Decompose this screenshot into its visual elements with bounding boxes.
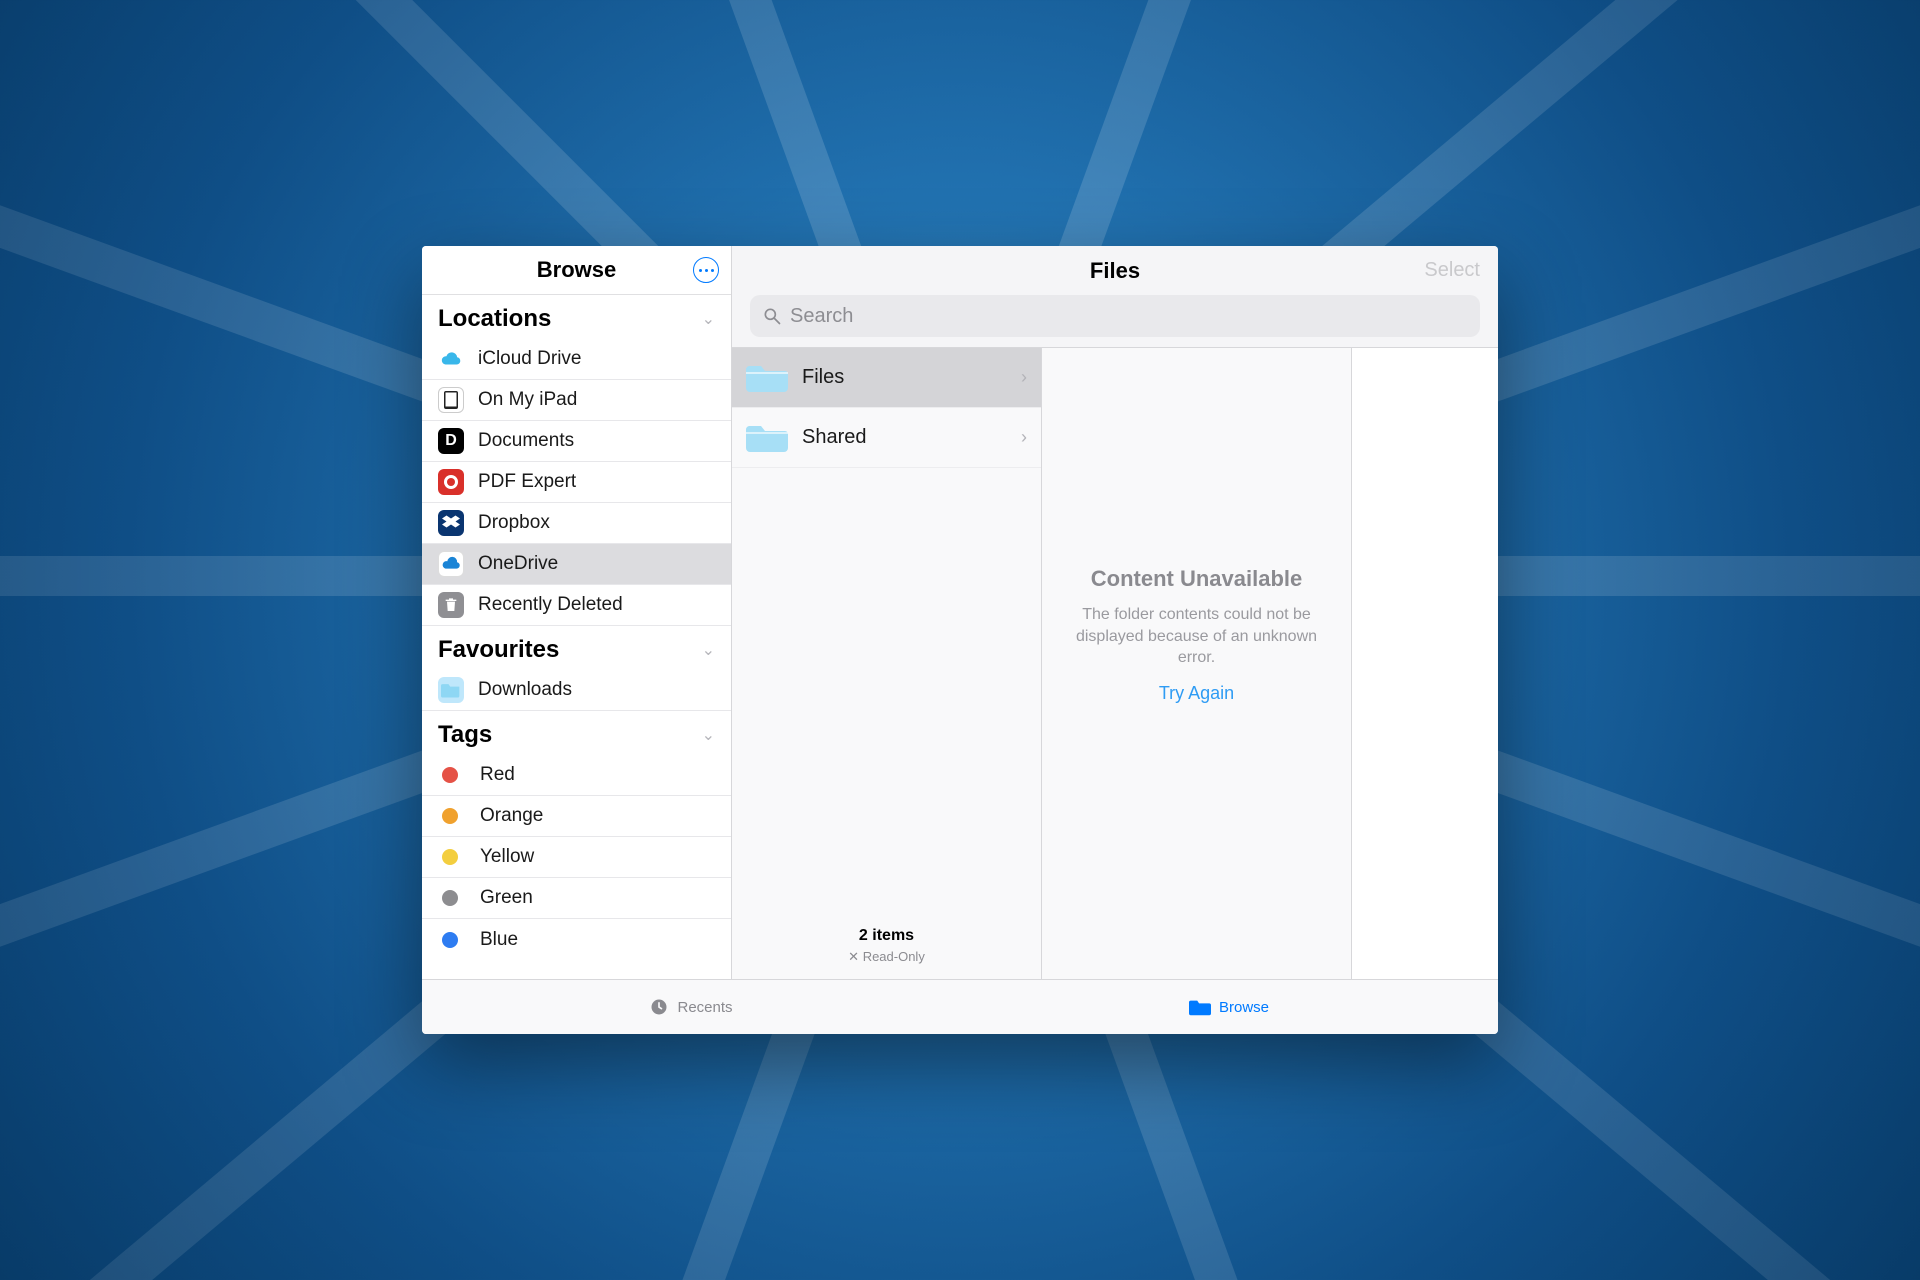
sidebar-tag-blue[interactable]: Blue bbox=[422, 919, 731, 960]
error-heading: Content Unavailable bbox=[1066, 566, 1327, 592]
sidebar-item-label: Dropbox bbox=[478, 512, 550, 534]
downloads-folder-icon bbox=[438, 677, 464, 703]
sidebar-item-label: Downloads bbox=[478, 679, 572, 701]
sidebar-item-label: Yellow bbox=[480, 846, 534, 868]
dropbox-icon bbox=[438, 510, 464, 536]
sidebar-item-label: Documents bbox=[478, 430, 574, 452]
main-header: Files Select bbox=[732, 246, 1498, 295]
try-again-button[interactable]: Try Again bbox=[1066, 683, 1327, 704]
folder-row-files[interactable]: Files › bbox=[732, 348, 1041, 408]
folders-column-footer: 2 items ✕ Read-Only bbox=[732, 917, 1041, 979]
sidebar-item-label: Red bbox=[480, 764, 515, 786]
folders-column: Files › Shared › 2 items ✕ Read-Only bbox=[732, 348, 1042, 979]
clock-icon bbox=[649, 997, 669, 1017]
more-button[interactable] bbox=[693, 257, 719, 283]
folder-label: Files bbox=[802, 366, 1021, 389]
folder-icon bbox=[746, 422, 788, 454]
main-pane: Files Select Files › bbox=[732, 246, 1498, 979]
sidebar-item-label: Green bbox=[480, 887, 533, 909]
ellipsis-icon bbox=[699, 269, 702, 272]
sidebar-scroll[interactable]: Locations ⌄ iCloud Drive On My iPad bbox=[422, 295, 731, 979]
search-field[interactable] bbox=[750, 295, 1480, 337]
bottom-tab-bar: Recents Browse bbox=[422, 979, 1498, 1034]
folder-icon bbox=[1189, 998, 1211, 1016]
pdf-expert-icon bbox=[438, 469, 464, 495]
section-title-tags: Tags bbox=[438, 721, 492, 749]
tag-dot-icon bbox=[442, 890, 458, 906]
ipad-icon bbox=[438, 387, 464, 413]
sidebar-item-label: Orange bbox=[480, 805, 543, 827]
read-only-badge: ✕ Read-Only bbox=[732, 949, 1041, 965]
sidebar-item-label: Recently Deleted bbox=[478, 594, 623, 616]
detail-column: Content Unavailable The folder contents … bbox=[1042, 348, 1352, 979]
main-title: Files bbox=[1090, 258, 1140, 284]
item-count: 2 items bbox=[732, 927, 1041, 945]
section-title-favourites: Favourites bbox=[438, 636, 559, 664]
tab-recents[interactable]: Recents bbox=[422, 980, 960, 1034]
chevron-right-icon: › bbox=[1021, 427, 1027, 448]
chevron-right-icon: › bbox=[1021, 367, 1027, 388]
error-panel: Content Unavailable The folder contents … bbox=[1042, 566, 1351, 704]
sidebar-tag-red[interactable]: Red bbox=[422, 755, 731, 796]
section-header-locations[interactable]: Locations ⌄ bbox=[422, 295, 731, 339]
sidebar-tag-yellow[interactable]: Yellow bbox=[422, 837, 731, 878]
upper-pane: Browse Locations ⌄ iCloud Drive bbox=[422, 246, 1498, 979]
section-header-tags[interactable]: Tags ⌄ bbox=[422, 711, 731, 755]
sidebar-item-documents[interactable]: D Documents bbox=[422, 421, 731, 462]
sidebar: Browse Locations ⌄ iCloud Drive bbox=[422, 246, 732, 979]
search-input[interactable] bbox=[790, 305, 1468, 328]
files-app-window: Browse Locations ⌄ iCloud Drive bbox=[422, 246, 1498, 1034]
cloud-icon bbox=[438, 346, 464, 372]
folder-row-shared[interactable]: Shared › bbox=[732, 408, 1041, 468]
tag-dot-icon bbox=[442, 932, 458, 948]
empty-column bbox=[1352, 348, 1498, 979]
sidebar-item-label: iCloud Drive bbox=[478, 348, 581, 370]
sidebar-item-label: On My iPad bbox=[478, 389, 577, 411]
trash-icon bbox=[438, 592, 464, 618]
sidebar-item-label: Blue bbox=[480, 929, 518, 951]
chevron-down-icon: ⌄ bbox=[702, 309, 715, 329]
sidebar-tag-green[interactable]: Green bbox=[422, 878, 731, 919]
sidebar-item-dropbox[interactable]: Dropbox bbox=[422, 503, 731, 544]
sidebar-item-recently-deleted[interactable]: Recently Deleted bbox=[422, 585, 731, 626]
sidebar-item-icloud-drive[interactable]: iCloud Drive bbox=[422, 339, 731, 380]
section-header-favourites[interactable]: Favourites ⌄ bbox=[422, 626, 731, 670]
sidebar-header: Browse bbox=[422, 246, 731, 295]
onedrive-icon bbox=[438, 551, 464, 577]
sidebar-item-label: OneDrive bbox=[478, 553, 558, 575]
tag-dot-icon bbox=[442, 808, 458, 824]
sidebar-item-on-my-ipad[interactable]: On My iPad bbox=[422, 380, 731, 421]
tab-label: Recents bbox=[677, 999, 732, 1016]
search-icon bbox=[762, 306, 782, 326]
column-view: Files › Shared › 2 items ✕ Read-Only bbox=[732, 347, 1498, 979]
sidebar-item-label: PDF Expert bbox=[478, 471, 576, 493]
search-wrap bbox=[732, 295, 1498, 347]
select-button[interactable]: Select bbox=[1424, 259, 1480, 282]
chevron-down-icon: ⌄ bbox=[702, 725, 715, 745]
chevron-down-icon: ⌄ bbox=[702, 640, 715, 660]
section-title-locations: Locations bbox=[438, 305, 551, 333]
sidebar-item-downloads[interactable]: Downloads bbox=[422, 670, 731, 711]
folder-icon bbox=[746, 362, 788, 394]
sidebar-tag-orange[interactable]: Orange bbox=[422, 796, 731, 837]
error-message: The folder contents could not be display… bbox=[1066, 604, 1327, 669]
folder-label: Shared bbox=[802, 426, 1021, 449]
sidebar-title: Browse bbox=[537, 257, 616, 283]
tag-dot-icon bbox=[442, 767, 458, 783]
sidebar-item-pdf-expert[interactable]: PDF Expert bbox=[422, 462, 731, 503]
sidebar-item-onedrive[interactable]: OneDrive bbox=[422, 544, 731, 585]
tab-label: Browse bbox=[1219, 999, 1269, 1016]
tag-dot-icon bbox=[442, 849, 458, 865]
tab-browse[interactable]: Browse bbox=[960, 980, 1498, 1034]
documents-icon: D bbox=[438, 428, 464, 454]
